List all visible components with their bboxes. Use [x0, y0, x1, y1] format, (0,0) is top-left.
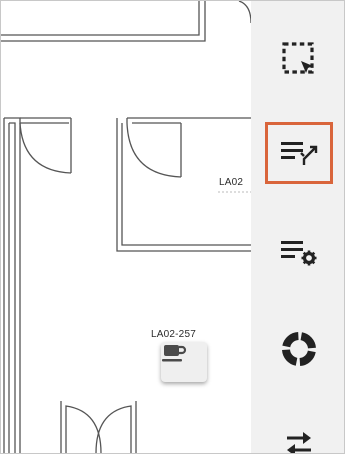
select-region-icon: [282, 42, 314, 74]
ring-chart-button[interactable]: [265, 319, 333, 379]
list-settings-icon: [281, 241, 317, 266]
floor-map[interactable]: LA02 LA02-257: [1, 1, 251, 453]
coffee-cup-icon: [162, 345, 187, 362]
ring-chart-icon: [282, 332, 316, 366]
right-toolbar: [251, 1, 344, 453]
list-settings-button[interactable]: [265, 222, 333, 282]
room-label[interactable]: LA02: [219, 177, 243, 188]
room-label[interactable]: LA02-257: [151, 329, 196, 340]
swap-arrows-button[interactable]: [265, 413, 333, 453]
app-frame: LA02 LA02-257: [0, 0, 345, 454]
coffee-poi-marker[interactable]: [161, 342, 207, 382]
swap-arrows-icon: [287, 432, 311, 453]
select-region-button[interactable]: [265, 29, 333, 89]
list-route-button[interactable]: [265, 122, 333, 184]
floor-plan-walls: [1, 1, 251, 453]
list-route-icon: [281, 142, 318, 165]
